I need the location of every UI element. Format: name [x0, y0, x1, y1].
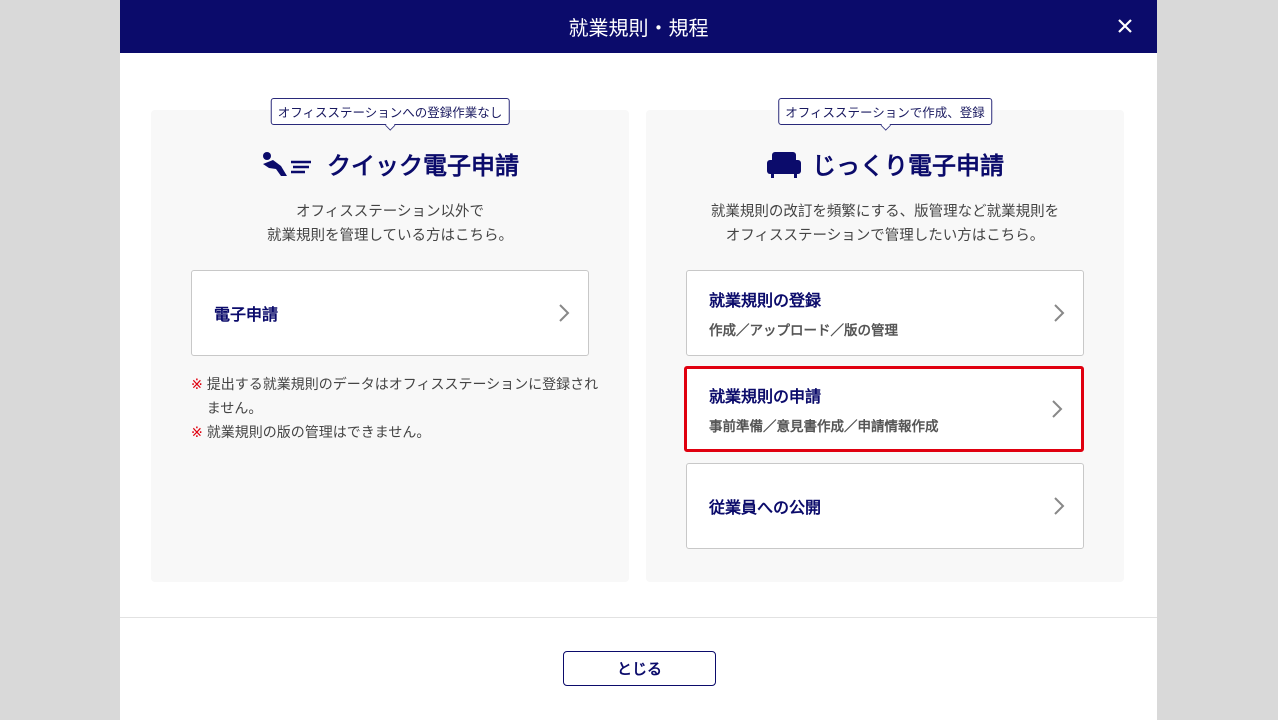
button-label: 電子申請	[214, 305, 279, 324]
panel-title: じっくり電子申請	[646, 146, 1124, 181]
quick-application-panel: オフィスステーションへの登録作業なし クイック電子申請 オフィスステーション以外…	[151, 98, 629, 582]
register-rules-button[interactable]: 就業規則の登録 作成／アップロード／版の管理	[686, 270, 1084, 356]
close-icon[interactable]	[1111, 12, 1139, 40]
apply-rules-button[interactable]: 就業規則の申請 事前準備／意見書作成／申請情報作成	[684, 366, 1084, 452]
button-label: 従業員への公開	[709, 498, 822, 517]
desc-line: 就業規則の改訂を頻繁にする、版管理など就業規則を	[710, 204, 1060, 220]
modal-title: 就業規則・規程	[568, 16, 709, 40]
notes: ※ 提出する就業規則のデータはオフィスステーションに登録されません。 ※ 就業規則の…	[191, 373, 601, 445]
close-button[interactable]: とじる	[563, 651, 716, 686]
note: ※ 就業規則の版の管理はできません。	[191, 421, 601, 445]
desc-line: 就業規則を管理している方はこちら。	[266, 228, 514, 244]
running-person-icon	[263, 151, 311, 176]
note: ※ 提出する就業規則のデータはオフィスステーションに登録されません。	[191, 373, 601, 421]
panel-description: 就業規則の改訂を頻繁にする、版管理など就業規則を オフィスステーションで管理したい…	[646, 200, 1124, 248]
callout: オフィスステーションへの登録作業なし	[270, 98, 510, 125]
button-sublabel: 作成／アップロード／版の管理	[709, 323, 898, 339]
button-label: 就業規則の申請	[709, 387, 822, 406]
button-label: 就業規則の登録	[709, 291, 822, 310]
thorough-application-panel: オフィスステーションで作成、登録 じっくり電子申請 就業規則の改訂を頻繁にする、…	[646, 98, 1124, 582]
chevron-right-icon	[559, 304, 570, 322]
desc-line: オフィスステーション以外で	[296, 204, 484, 220]
panel-title: クイック電子申請	[151, 146, 629, 181]
e-application-button[interactable]: 電子申請	[191, 270, 589, 356]
chevron-right-icon	[1054, 497, 1065, 515]
button-sublabel: 事前準備／意見書作成／申請情報作成	[709, 419, 939, 435]
note-text: 就業規則の版の管理はできません。	[206, 425, 431, 441]
modal-header: 就業規則・規程	[120, 0, 1157, 53]
footer-divider	[120, 617, 1157, 618]
note-mark: ※	[191, 377, 203, 393]
callout: オフィスステーションで作成、登録	[778, 98, 992, 125]
chevron-right-icon	[1054, 304, 1065, 322]
sofa-icon	[767, 151, 801, 178]
note-text: 提出する就業規則のデータはオフィスステーションに登録されません。	[206, 377, 599, 417]
panel-title-text: クイック電子申請	[327, 152, 519, 180]
panel-description: オフィスステーション以外で就業規則を管理している方はこちら。	[151, 200, 629, 248]
panel-title-text: じっくり電子申請	[812, 152, 1004, 180]
rules-modal: 就業規則・規程 オフィスステーションへの登録作業なし クイック電子申請 オフィス…	[120, 0, 1157, 720]
publish-to-employees-button[interactable]: 従業員への公開	[686, 463, 1084, 549]
note-mark: ※	[191, 425, 203, 441]
chevron-right-icon	[1052, 400, 1063, 418]
desc-line: オフィスステーションで管理したい方はこちら。	[725, 228, 1045, 244]
